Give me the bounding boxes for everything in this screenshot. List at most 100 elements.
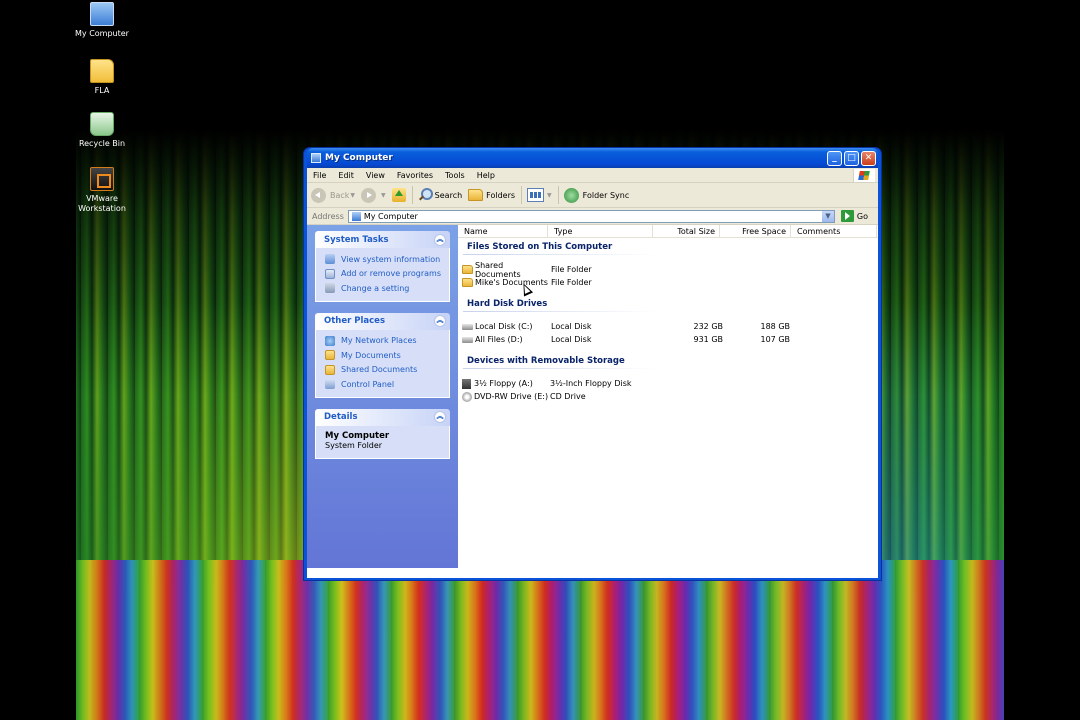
address-input[interactable]: My Computer ▼ (347, 209, 835, 223)
folders-button[interactable]: Folders (468, 189, 515, 201)
window-client: File Edit View Favorites Tools Help Back… (307, 168, 878, 578)
menu-favorites[interactable]: Favorites (391, 171, 439, 180)
list-item-shared-documents[interactable]: Shared Documents File Folder (462, 261, 882, 279)
minimize-button[interactable]: _ (827, 150, 842, 166)
other-places-list: My Network Places My Documents Shared Do… (315, 329, 450, 398)
task-add-remove-programs[interactable]: Add or remove programs (325, 267, 443, 282)
address-value: My Computer (363, 211, 418, 221)
dvd-drive-icon (462, 391, 472, 402)
collapse-icon[interactable]: ︽ (434, 411, 446, 423)
item-free-space: 107 GB (760, 335, 791, 344)
toolbar-separator (411, 186, 413, 204)
folder-icon (462, 278, 473, 287)
column-header-name[interactable]: Name (458, 224, 548, 238)
place-control-panel[interactable]: Control Panel (325, 377, 443, 392)
place-shared-documents[interactable]: Shared Documents (325, 363, 443, 378)
menu-view[interactable]: View (360, 171, 391, 180)
desktop-icon-label: My Computer (75, 29, 129, 38)
maximize-button[interactable]: □ (844, 150, 859, 166)
details-header[interactable]: Details ︽ (315, 408, 450, 426)
item-type: File Folder (551, 265, 592, 274)
group-divider (463, 254, 658, 255)
item-total-size: 931 GB (693, 335, 724, 344)
wallpaper-left-band (0, 0, 76, 720)
chevron-down-icon[interactable]: ▼ (381, 192, 386, 199)
folder-icon (325, 364, 335, 375)
my-computer-icon (90, 2, 114, 26)
desktop-icon-vmware[interactable]: VMware Workstation (67, 167, 137, 214)
menu-tools[interactable]: Tools (439, 171, 471, 180)
my-computer-icon (351, 211, 361, 221)
close-button[interactable]: ✕ (861, 150, 876, 166)
details-body: My Computer System Folder (315, 425, 450, 459)
list-item-dvd-rw-e[interactable]: DVD-RW Drive (E:) CD Drive (462, 390, 882, 403)
other-places-panel: Other Places ︽ My Network Places My Docu… (315, 312, 450, 398)
item-name: 3½ Floppy (A:) (474, 379, 533, 388)
search-label: Search (434, 190, 463, 200)
folder-sync-button[interactable]: Folder Sync (563, 187, 630, 203)
my-computer-icon (311, 153, 321, 163)
task-view-system-info[interactable]: View system information (325, 252, 443, 267)
list-item-local-disk-c[interactable]: Local Disk (C:) Local Disk 232 GB 188 GB (462, 320, 882, 333)
chevron-down-icon[interactable]: ▼ (350, 192, 355, 199)
folders-label: Folders (486, 190, 516, 200)
details-name: My Computer (325, 430, 390, 441)
forward-button[interactable]: ▼ (361, 187, 386, 203)
folder-icon (90, 59, 114, 83)
menu-help[interactable]: Help (471, 171, 501, 180)
details-panel: Details ︽ My Computer System Folder (315, 408, 450, 459)
floppy-drive-icon (462, 378, 471, 389)
place-my-documents[interactable]: My Documents (325, 348, 443, 363)
item-total-size: 232 GB (693, 322, 724, 331)
place-label: My Network Places (341, 336, 417, 346)
menu-file[interactable]: File (307, 171, 332, 180)
desktop-icon-my-computer[interactable]: My Computer (67, 2, 137, 39)
desktop-icon-recycle-bin[interactable]: Recycle Bin (67, 112, 137, 149)
folder-up-icon (391, 188, 406, 202)
folder-sync-label: Folder Sync (582, 190, 630, 200)
views-button[interactable]: ▼ (527, 188, 552, 202)
system-tasks-header[interactable]: System Tasks ︽ (315, 231, 450, 248)
search-icon (418, 188, 433, 202)
place-my-network-places[interactable]: My Network Places (325, 334, 443, 349)
group-divider (463, 311, 658, 312)
collapse-icon[interactable]: ︽ (434, 233, 446, 246)
task-change-setting[interactable]: Change a setting (325, 281, 443, 296)
desktop-icon-fla[interactable]: FLA (67, 59, 137, 96)
folder-icon (462, 265, 473, 274)
go-button[interactable]: Go (840, 210, 868, 222)
task-label: Change a setting (341, 283, 410, 293)
task-pane: System Tasks ︽ View system information A… (307, 225, 458, 568)
sync-icon (563, 187, 579, 203)
back-button[interactable]: Back ▼ (311, 187, 355, 203)
item-name: Local Disk (C:) (475, 322, 533, 331)
list-item-floppy-a[interactable]: 3½ Floppy (A:) 3½-Inch Floppy Disk (462, 377, 882, 390)
collapse-icon[interactable]: ︽ (434, 315, 446, 327)
other-places-header[interactable]: Other Places ︽ (315, 312, 450, 330)
column-header-total-size[interactable]: Total Size (653, 224, 720, 238)
title-bar[interactable]: My Computer _ □ ✕ (307, 148, 878, 168)
search-button[interactable]: Search (418, 188, 462, 202)
task-label: View system information (341, 254, 441, 264)
address-bar: Address My Computer ▼ Go (307, 208, 878, 225)
address-dropdown-button[interactable]: ▼ (821, 210, 834, 222)
group-header-hard-disk-drives: Hard Disk Drives (467, 299, 548, 309)
menu-edit[interactable]: Edit (332, 171, 360, 180)
up-button[interactable] (391, 188, 406, 202)
content-area: System Tasks ︽ View system information A… (307, 224, 878, 568)
control-panel-icon (325, 379, 335, 390)
forward-arrow-icon (361, 187, 377, 203)
column-header-comments[interactable]: Comments (791, 224, 877, 238)
task-label: Add or remove programs (341, 269, 441, 279)
toolbar-separator (557, 186, 559, 204)
explorer-window: My Computer _ □ ✕ File Edit View Favorit… (303, 147, 882, 581)
hard-disk-icon (462, 323, 473, 330)
column-header-type[interactable]: Type (548, 224, 653, 238)
chevron-down-icon[interactable]: ▼ (547, 192, 552, 199)
list-item-all-files-d[interactable]: All Files (D:) Local Disk 931 GB 107 GB (462, 333, 882, 346)
toolbar-separator (521, 186, 523, 204)
item-name: DVD-RW Drive (E:) (474, 392, 549, 401)
item-type: 3½-Inch Floppy Disk (550, 379, 632, 388)
column-header-free-space[interactable]: Free Space (720, 224, 791, 238)
item-type: File Folder (551, 278, 592, 287)
